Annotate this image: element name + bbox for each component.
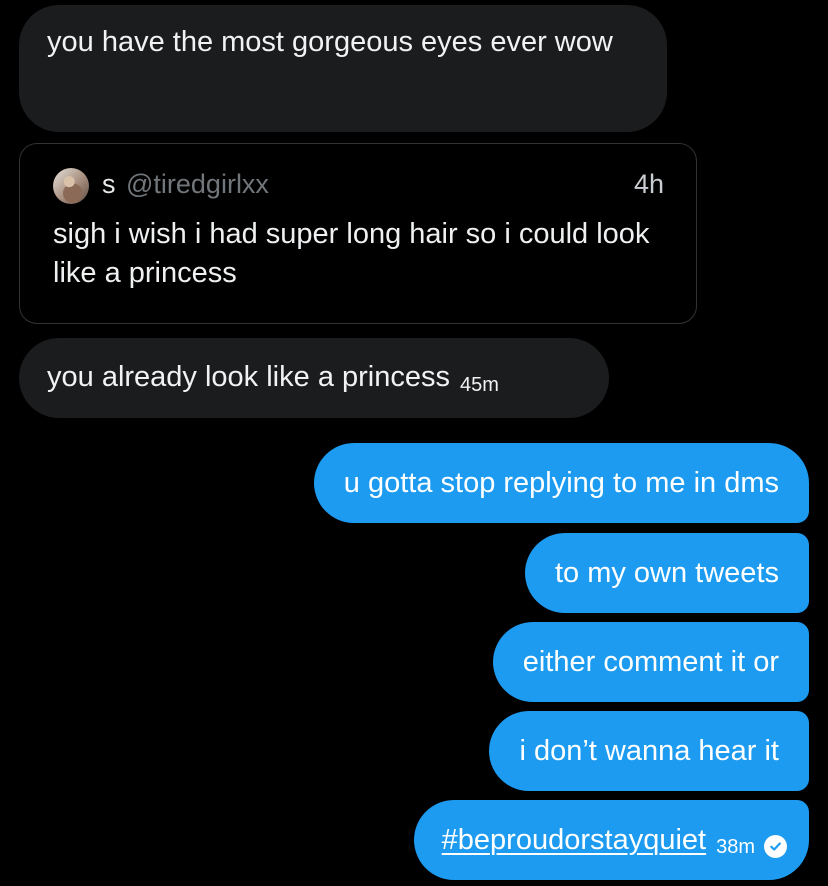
hashtag-link[interactable]: #beproudorstayquiet — [442, 825, 706, 855]
outgoing-message[interactable]: u gotta stop replying to me in dms — [313, 443, 809, 523]
outgoing-message-text: to my own tweets — [554, 556, 779, 589]
outgoing-message[interactable]: either comment it or — [492, 622, 809, 702]
quoted-tweet-card[interactable]: s @tiredgirlxx 4h sigh i wish i had supe… — [19, 143, 697, 324]
outgoing-message[interactable]: to my own tweets — [524, 533, 809, 613]
user-avatar — [53, 168, 89, 204]
check-circle-icon — [764, 834, 787, 858]
quoted-tweet-name: s — [102, 169, 116, 199]
outgoing-message-text: u gotta stop replying to me in dms — [343, 466, 779, 499]
outgoing-message-text: i don’t wanna hear it — [519, 734, 779, 767]
quoted-tweet-text: sigh i wish i had super long hair so i c… — [53, 218, 650, 290]
outgoing-message[interactable]: #beproudorstayquiet 38m — [413, 800, 809, 880]
quoted-tweet-time: 4h — [633, 169, 664, 199]
quoted-tweet-handle: @tiredgirlxx — [126, 169, 269, 199]
message-timestamp: 38m — [716, 836, 755, 858]
dm-conversation: you have the most gorgeous eyes ever wow… — [0, 0, 828, 886]
outgoing-message-text: either comment it or — [522, 645, 779, 678]
incoming-message-text: you already look like a princess — [47, 361, 450, 394]
incoming-message[interactable]: you have the most gorgeous eyes ever wow — [19, 5, 667, 132]
message-timestamp: 45m — [459, 373, 499, 396]
outgoing-message[interactable]: i don’t wanna hear it — [489, 711, 809, 791]
incoming-message-text: you have the most gorgeous eyes ever wow — [47, 26, 613, 58]
incoming-message[interactable]: you already look like a princess 45m — [19, 338, 609, 418]
